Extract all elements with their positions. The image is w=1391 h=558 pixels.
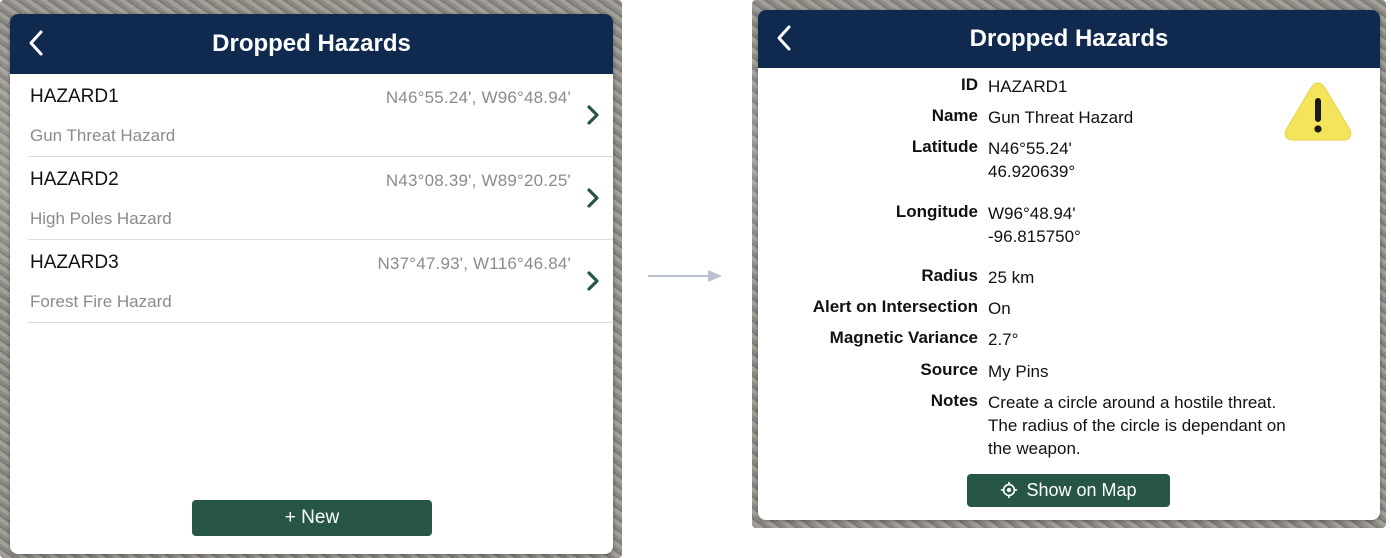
detail-label: ID bbox=[961, 75, 978, 94]
detail-label: Name bbox=[931, 106, 978, 125]
hazard-name: High Poles Hazard bbox=[30, 209, 172, 228]
detail-label: Magnetic Variance bbox=[829, 328, 978, 347]
hazard-name: Forest Fire Hazard bbox=[30, 292, 172, 311]
chevron-right-icon bbox=[587, 188, 599, 208]
hazard-coordinates: N43°08.39', W89°20.25' bbox=[385, 171, 571, 190]
hazard-row-1[interactable]: HAZARD1 Gun Threat Hazard N46°55.24', W9… bbox=[28, 74, 613, 157]
page-title: Dropped Hazards bbox=[969, 25, 1169, 52]
chevron-right-icon bbox=[587, 271, 599, 291]
hazard-list-panel: Dropped Hazards HAZARD1 Gun Threat Hazar… bbox=[10, 14, 613, 554]
detail-label: Radius bbox=[921, 266, 978, 285]
chevron-right-icon bbox=[587, 105, 599, 125]
detail-value-source: My Pins bbox=[988, 362, 1049, 381]
locate-icon bbox=[1001, 481, 1018, 499]
hazard-id: HAZARD2 bbox=[30, 169, 119, 190]
detail-value-magnetic-variance: 2.7° bbox=[988, 330, 1019, 349]
page-title: Dropped Hazards bbox=[212, 30, 411, 57]
detail-label: Notes bbox=[930, 391, 978, 410]
arrow-right-icon bbox=[648, 270, 722, 282]
nav-bar: Dropped Hazards bbox=[758, 10, 1380, 68]
nav-bar: Dropped Hazards bbox=[10, 14, 613, 74]
detail-value-name: Gun Threat Hazard bbox=[988, 108, 1134, 127]
hazard-row-2[interactable]: HAZARD2 High Poles Hazard N43°08.39', W8… bbox=[28, 157, 613, 240]
detail-value-longitude: W96°48.94' -96.815750° bbox=[988, 204, 1081, 246]
hazard-id: HAZARD1 bbox=[30, 86, 119, 107]
detail-label: Latitude bbox=[911, 137, 978, 156]
show-on-map-button[interactable]: Show on Map bbox=[967, 474, 1170, 507]
hazard-row-3[interactable]: HAZARD3 Forest Fire Hazard N37°47.93', W… bbox=[28, 240, 613, 323]
new-hazard-button[interactable]: + New bbox=[192, 500, 432, 536]
detail-value-id: HAZARD1 bbox=[988, 77, 1068, 96]
hazard-coordinates: N37°47.93', W116°46.84' bbox=[377, 254, 571, 273]
detail-value-notes: Create a circle around a hostile threat.… bbox=[988, 393, 1286, 458]
hazard-coordinates: N46°55.24', W96°48.94' bbox=[385, 88, 571, 107]
detail-label: Longitude bbox=[895, 202, 978, 221]
detail-value-radius: 25 km bbox=[988, 268, 1035, 287]
detail-label: Source bbox=[920, 360, 978, 379]
detail-value-alert: On bbox=[988, 299, 1011, 318]
hazard-id: HAZARD3 bbox=[30, 252, 119, 273]
detail-label: Alert on Intersection bbox=[812, 297, 978, 316]
warning-icon bbox=[1284, 82, 1352, 141]
show-on-map-label: Show on Map bbox=[1026, 480, 1137, 500]
hazard-name: Gun Threat Hazard bbox=[30, 126, 176, 145]
detail-value-latitude: N46°55.24' 46.920639° bbox=[988, 139, 1076, 181]
